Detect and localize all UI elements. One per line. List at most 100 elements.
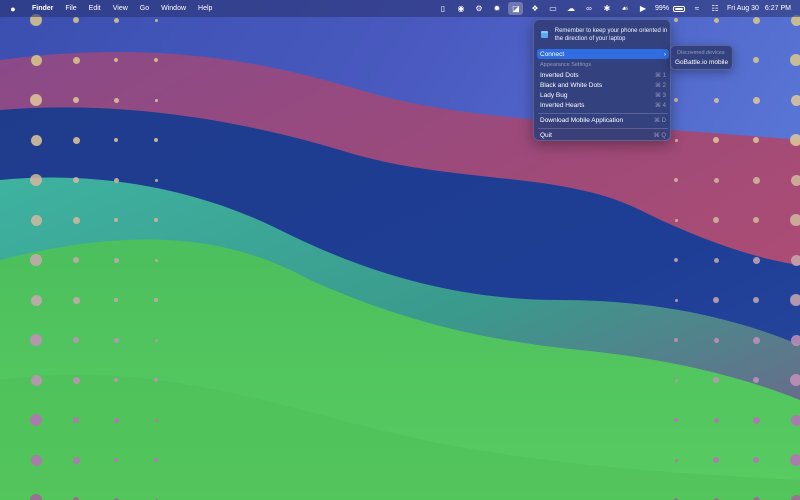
menu-item-lady-bug[interactable]: Lady Bug ⌘ 3 bbox=[537, 90, 669, 100]
wallpaper-dot bbox=[713, 297, 719, 303]
apple-logo-icon[interactable]: ● bbox=[0, 4, 26, 14]
wallpaper-dot bbox=[752, 336, 760, 344]
wallpaper-dot bbox=[752, 416, 760, 424]
menu-finder[interactable]: Finder bbox=[26, 0, 59, 17]
wallpaper-dot bbox=[674, 298, 678, 302]
glasses-status-icon[interactable]: ∞ bbox=[582, 2, 595, 15]
wallpaper-dot bbox=[154, 418, 158, 422]
bluetooth-icon[interactable]: ✱ bbox=[600, 2, 613, 15]
wallpaper-dot bbox=[30, 494, 42, 500]
wallpaper-dot bbox=[73, 177, 79, 183]
wallpaper-dot bbox=[30, 94, 42, 106]
menu-item-label: Lady Bug bbox=[540, 91, 568, 99]
wallpaper-dot bbox=[753, 297, 759, 303]
wallpaper-dot bbox=[154, 138, 158, 142]
wallpaper-dot bbox=[713, 377, 719, 383]
wallpaper-dot bbox=[753, 137, 759, 143]
headphones-icon[interactable]: ☙ bbox=[618, 2, 631, 15]
wallpaper-dot bbox=[713, 217, 719, 223]
menu-item-shortcut: ⌘ 2 bbox=[654, 82, 666, 89]
display-status-icon[interactable]: ▭ bbox=[546, 2, 559, 15]
menu-separator bbox=[538, 128, 668, 129]
wallpaper-dot bbox=[154, 258, 158, 262]
wallpaper-dot bbox=[73, 17, 79, 23]
cloud-status-icon[interactable]: ☁ bbox=[564, 2, 577, 15]
wallpaper-dot bbox=[154, 218, 158, 222]
menu-window[interactable]: Window bbox=[155, 0, 192, 17]
menubar-date[interactable]: Fri Aug 30 bbox=[727, 5, 759, 12]
wallpaper-dot bbox=[154, 298, 158, 302]
appearance-settings-header: Appearance Settings bbox=[540, 62, 592, 68]
wallpaper-dot bbox=[753, 57, 759, 63]
battery-percent: 99% bbox=[654, 5, 669, 12]
menu-item-shortcut: ⌘ 4 bbox=[654, 102, 666, 109]
wallpaper-dot bbox=[73, 97, 79, 103]
menu-item-label: Inverted Dots bbox=[540, 71, 579, 79]
orientation-tip-text: Remember to keep your phone oriented in … bbox=[554, 28, 668, 42]
wallpaper-dot bbox=[674, 338, 678, 342]
menu-edit[interactable]: Edit bbox=[83, 0, 107, 17]
dropbox-icon[interactable]: ❖ bbox=[528, 2, 541, 15]
wallpaper-dot bbox=[154, 338, 158, 342]
menubar-time[interactable]: 6:27 PM bbox=[765, 5, 791, 12]
wallpaper-dot bbox=[154, 378, 158, 382]
menu-item-quit[interactable]: Quit ⌘ Q bbox=[537, 130, 669, 140]
connect-menu-item[interactable]: Connect › bbox=[537, 49, 669, 59]
menu-item-black-and-white-dots[interactable]: Black and White Dots ⌘ 2 bbox=[537, 80, 669, 90]
wallpaper-dot bbox=[114, 58, 118, 62]
menu-view[interactable]: View bbox=[107, 0, 134, 17]
wallpaper-dot bbox=[154, 18, 158, 22]
menu-item-inverted-dots[interactable]: Inverted Dots ⌘ 1 bbox=[537, 70, 669, 80]
device-gobattle-mobile[interactable]: GoBattle.io mobile bbox=[675, 59, 728, 66]
wallpaper-dot bbox=[674, 98, 678, 102]
wallpaper-dot bbox=[713, 337, 719, 343]
wallpaper-dot bbox=[674, 418, 678, 422]
wallpaper-dot bbox=[30, 214, 42, 226]
battery-icon[interactable] bbox=[673, 5, 685, 12]
phone-status-icon[interactable]: ▯ bbox=[436, 2, 449, 15]
menu-item-shortcut: ⌘ 1 bbox=[654, 72, 666, 79]
orientation-tip: Remember to keep your phone oriented in … bbox=[538, 24, 668, 46]
menu-item-shortcut: ⌘ D bbox=[654, 117, 666, 124]
play-status-icon[interactable]: ▶ bbox=[636, 2, 649, 15]
wallpaper-dot bbox=[72, 136, 80, 144]
wallpaper-dot bbox=[713, 417, 719, 423]
wallpaper-dot bbox=[114, 218, 118, 222]
wallpaper-dot bbox=[154, 98, 158, 102]
wallpaper-dot bbox=[713, 457, 719, 463]
wallpaper-dot bbox=[154, 178, 158, 182]
wallpaper-dot bbox=[674, 458, 678, 462]
wallpaper-dot bbox=[674, 258, 678, 262]
wallpaper-dot bbox=[752, 256, 760, 264]
wallpaper-dot bbox=[753, 217, 759, 223]
wallpaper-dot bbox=[790, 174, 800, 186]
wallpaper-dot bbox=[113, 337, 119, 343]
menu-help[interactable]: Help bbox=[192, 0, 218, 17]
wifi-icon[interactable]: ≈ bbox=[691, 2, 704, 15]
wallpaper-dot bbox=[113, 17, 119, 23]
wallpaper-dot bbox=[73, 257, 79, 263]
wallpaper-dot bbox=[713, 97, 719, 103]
wallpaper-dot bbox=[790, 214, 800, 226]
wallpaper-dot bbox=[713, 257, 719, 263]
control-center-icon[interactable]: ☷ bbox=[709, 2, 722, 15]
wallpaper-dot bbox=[713, 137, 719, 143]
menu-item-download-app[interactable]: Download Mobile Application ⌘ D bbox=[537, 115, 669, 125]
wallpaper-dot bbox=[30, 374, 42, 386]
gear-status-icon[interactable]: ✹ bbox=[490, 2, 503, 15]
menu-file[interactable]: File bbox=[59, 0, 82, 17]
gobattle-controller-icon[interactable]: ◪ bbox=[508, 2, 524, 15]
menu-item-inverted-hearts[interactable]: Inverted Hearts ⌘ 4 bbox=[537, 100, 669, 110]
wallpaper-dot bbox=[113, 257, 119, 263]
wallpaper-dot bbox=[30, 454, 42, 466]
wallpaper-dot bbox=[73, 417, 79, 423]
laptop-icon bbox=[541, 31, 548, 38]
settings-status-icon[interactable]: ⚙ bbox=[472, 2, 485, 15]
wallpaper-dot bbox=[30, 414, 42, 426]
wallpaper-dot bbox=[713, 17, 719, 23]
wallpaper-waves bbox=[0, 0, 800, 500]
menu-go[interactable]: Go bbox=[134, 0, 155, 17]
wallpaper-dot bbox=[30, 174, 42, 186]
camera-status-icon[interactable]: ◉ bbox=[454, 2, 467, 15]
wallpaper-dot bbox=[674, 18, 678, 22]
